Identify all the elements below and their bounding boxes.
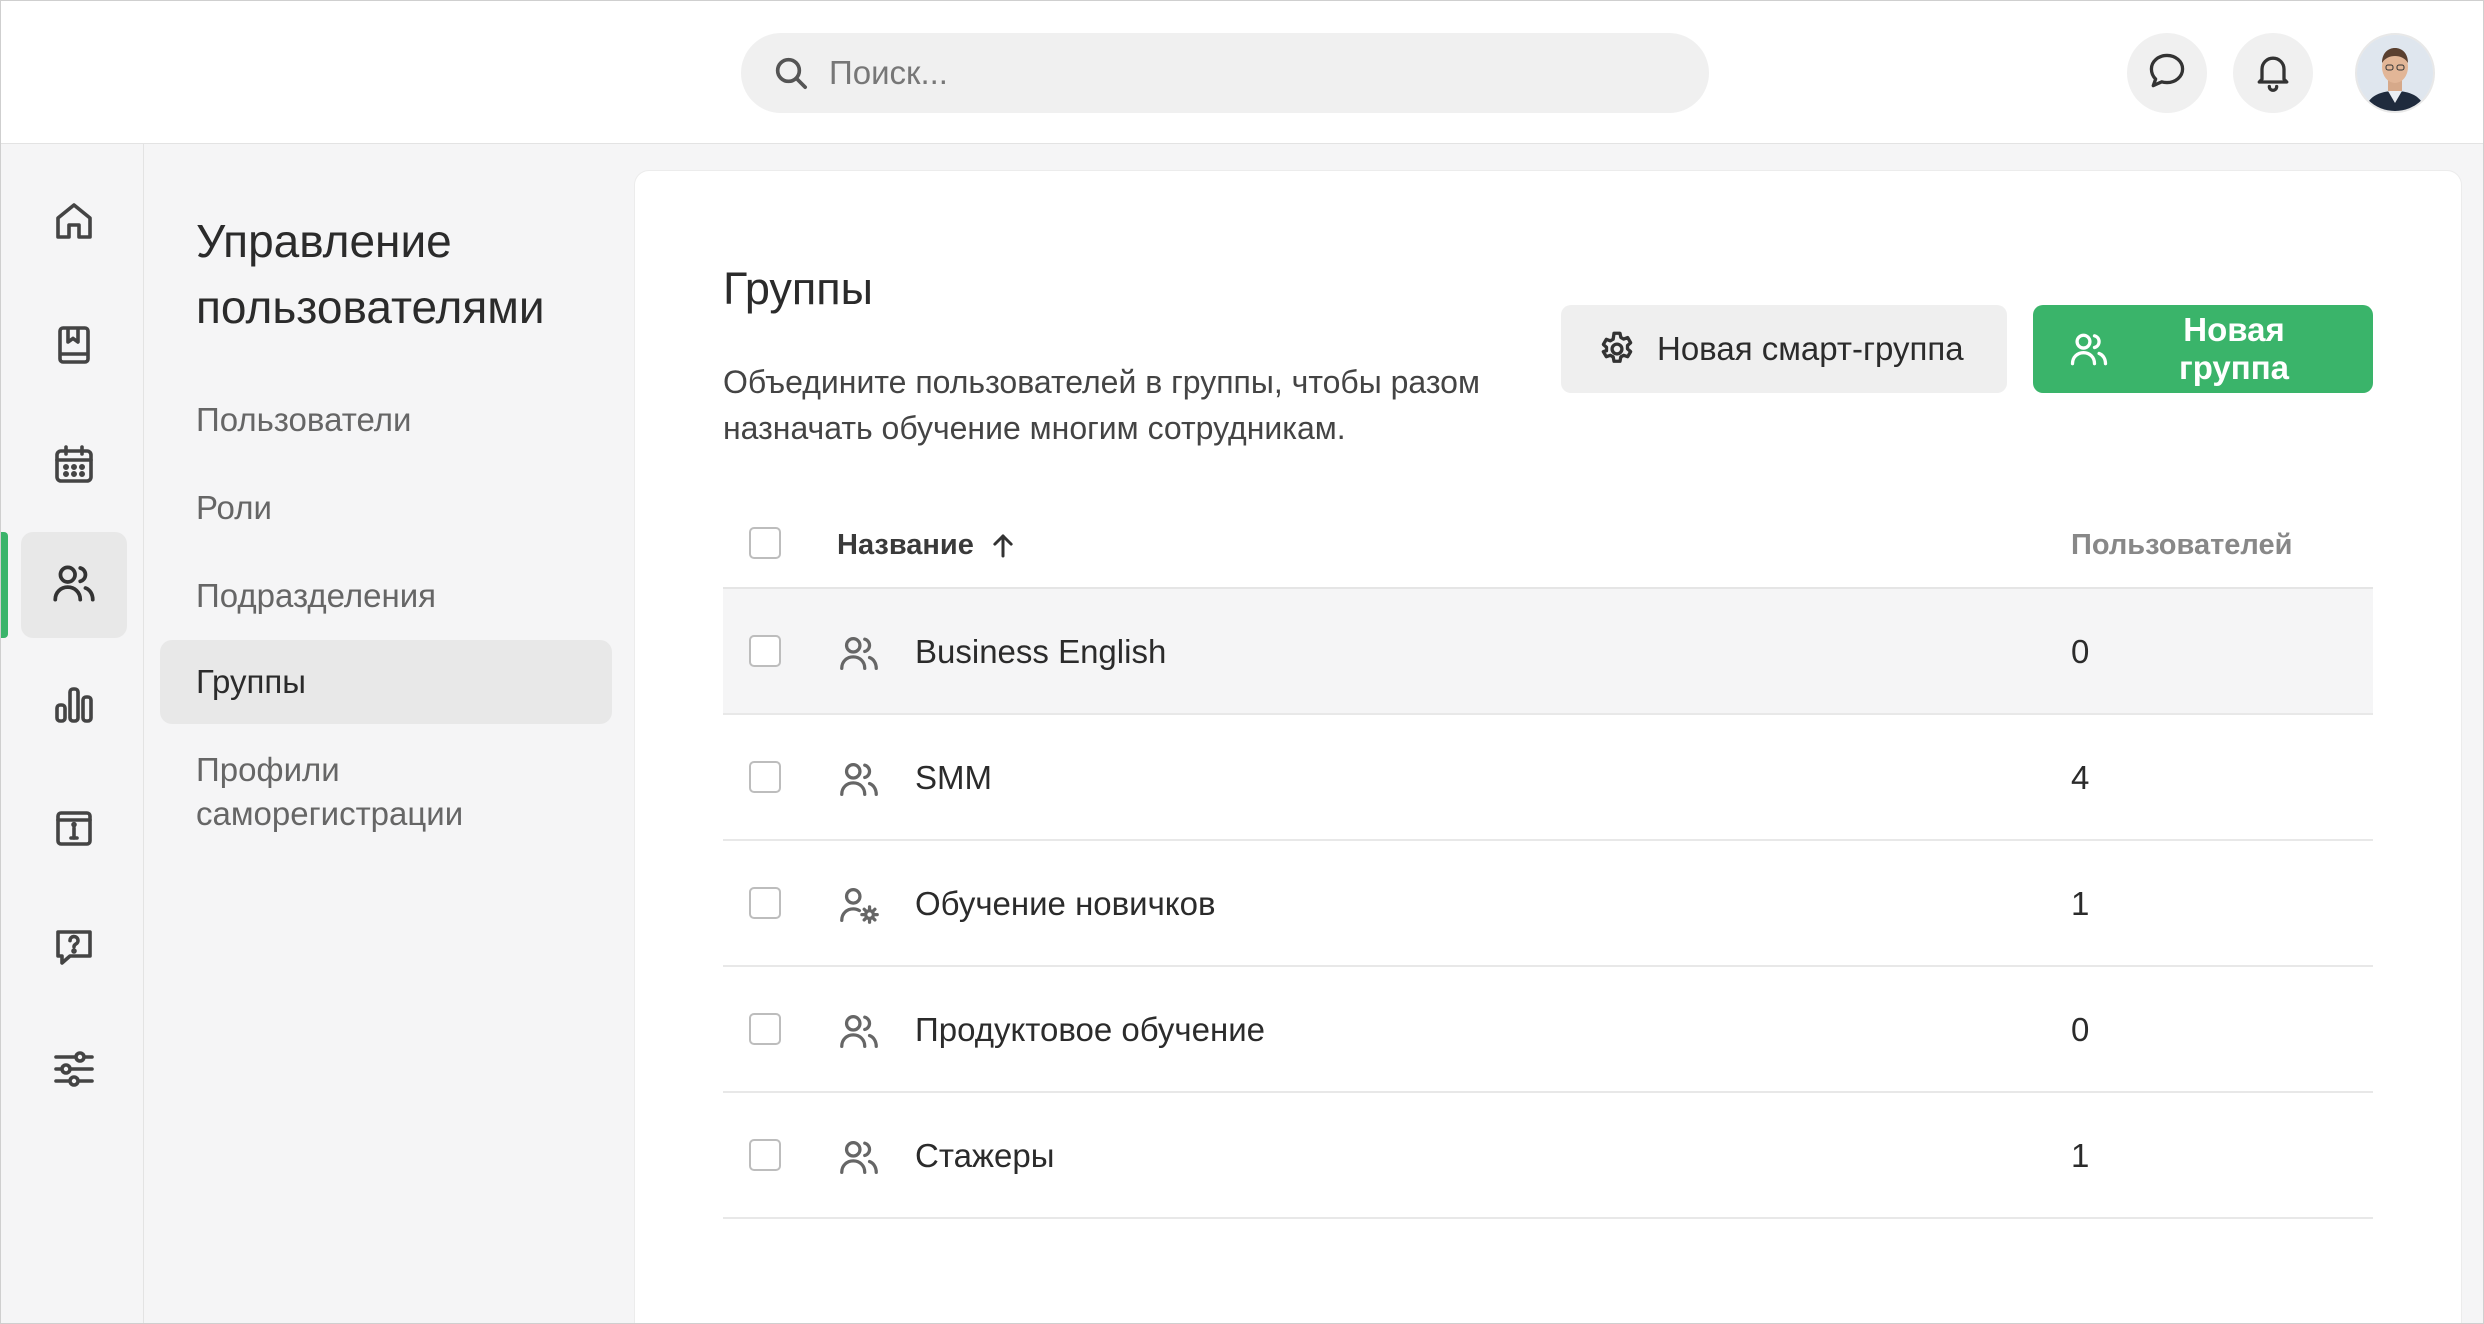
notifications-button[interactable]	[2233, 33, 2313, 113]
row-checkbox[interactable]	[749, 887, 781, 919]
users-icon	[835, 629, 883, 677]
subnav-item-groups[interactable]: Группы	[160, 640, 612, 724]
subnav-item-self-registration[interactable]: Профили саморегистрации	[160, 742, 580, 842]
subnav-item-label: Пользователи	[196, 401, 412, 438]
table-row[interactable]: Business English 0	[723, 589, 2373, 715]
users-icon	[835, 1133, 883, 1181]
group-user-count: 1	[2071, 1137, 2090, 1174]
bell-icon	[2251, 49, 2295, 98]
gear-icon	[1595, 327, 1639, 371]
group-name[interactable]: Продуктовое обучение	[915, 1007, 1265, 1053]
group-user-count: 0	[2071, 633, 2090, 670]
groups-table: Название Пользователей Business English …	[723, 501, 2373, 1219]
main-panel: Группы Объедините пользователей в группы…	[635, 171, 2461, 1323]
users-icon	[2067, 327, 2111, 371]
sort-arrow-up-icon	[988, 531, 1018, 561]
subnav-item-label: Профили саморегистрации	[196, 751, 464, 832]
new-group-button[interactable]: Новая группа	[2033, 305, 2373, 393]
page-title: Группы	[723, 263, 873, 314]
rail-item-info[interactable]	[21, 776, 127, 882]
help-chat-icon	[50, 923, 98, 976]
column-name-label: Название	[837, 529, 974, 561]
group-user-count: 0	[2071, 1011, 2090, 1048]
group-name[interactable]: Стажеры	[915, 1133, 1054, 1179]
book-icon	[50, 321, 98, 374]
subnav-item-departments[interactable]: Подразделения	[160, 564, 612, 628]
top-bar	[1, 1, 2483, 144]
row-checkbox[interactable]	[749, 635, 781, 667]
chat-icon	[2145, 49, 2189, 98]
users-icon	[835, 755, 883, 803]
rail-item-home[interactable]	[21, 170, 127, 276]
search-input[interactable]	[827, 53, 1691, 93]
calendar-icon	[50, 441, 98, 494]
section-sidebar: Управление пользователями Пользователи Р…	[144, 144, 634, 1323]
group-name[interactable]: Обучение новичков	[915, 881, 1216, 927]
sliders-icon	[50, 1045, 98, 1098]
bar-chart-icon	[50, 681, 98, 734]
row-checkbox[interactable]	[749, 1139, 781, 1171]
group-name[interactable]: Business English	[915, 629, 1166, 675]
new-group-label: Новая группа	[2178, 311, 2290, 386]
table-row[interactable]: Стажеры 1	[723, 1093, 2373, 1219]
column-header-name[interactable]: Название	[837, 529, 1018, 562]
subnav-item-label: Подразделения	[196, 577, 436, 614]
rail-item-calendar[interactable]	[21, 414, 127, 520]
app-window: Управление пользователями Пользователи Р…	[0, 0, 2484, 1324]
users-icon	[835, 1007, 883, 1055]
search-box[interactable]	[741, 33, 1709, 113]
group-name[interactable]: SMM	[915, 755, 992, 801]
chat-button[interactable]	[2127, 33, 2207, 113]
user-gear-icon	[835, 881, 883, 929]
table-row[interactable]: SMM 4	[723, 715, 2373, 841]
group-user-count: 4	[2071, 759, 2090, 796]
table-row[interactable]: Продуктовое обучение 0	[723, 967, 2373, 1093]
select-all-checkbox[interactable]	[749, 527, 781, 559]
avatar[interactable]	[2355, 33, 2435, 113]
info-box-icon	[50, 803, 98, 856]
rail-item-analytics[interactable]	[21, 654, 127, 760]
users-icon	[49, 558, 99, 613]
rail-item-help[interactable]	[21, 896, 127, 1002]
rail-item-courses[interactable]	[21, 294, 127, 400]
subnav-item-label: Группы	[196, 663, 306, 700]
search-icon	[769, 51, 813, 95]
home-icon	[50, 197, 98, 250]
subnav-item-roles[interactable]: Роли	[160, 476, 612, 540]
new-smart-group-button[interactable]: Новая смарт-группа	[1561, 305, 2007, 393]
icon-rail	[1, 144, 144, 1323]
new-smart-group-label: Новая смарт-группа	[1657, 330, 1964, 367]
subnav-item-users[interactable]: Пользователи	[160, 388, 612, 452]
table-header: Название Пользователей	[723, 501, 2373, 589]
row-checkbox[interactable]	[749, 1013, 781, 1045]
row-checkbox[interactable]	[749, 761, 781, 793]
rail-item-users[interactable]	[21, 532, 127, 638]
rail-item-settings[interactable]	[21, 1018, 127, 1124]
column-header-users[interactable]: Пользователей	[2071, 529, 2292, 562]
page-description: Объедините пользователей в группы, чтобы…	[723, 364, 1480, 446]
subnav-item-label: Роли	[196, 489, 272, 526]
group-user-count: 1	[2071, 885, 2090, 922]
table-row[interactable]: Обучение новичков 1	[723, 841, 2373, 967]
section-title: Управление пользователями	[196, 215, 545, 333]
active-indicator	[1, 532, 8, 638]
